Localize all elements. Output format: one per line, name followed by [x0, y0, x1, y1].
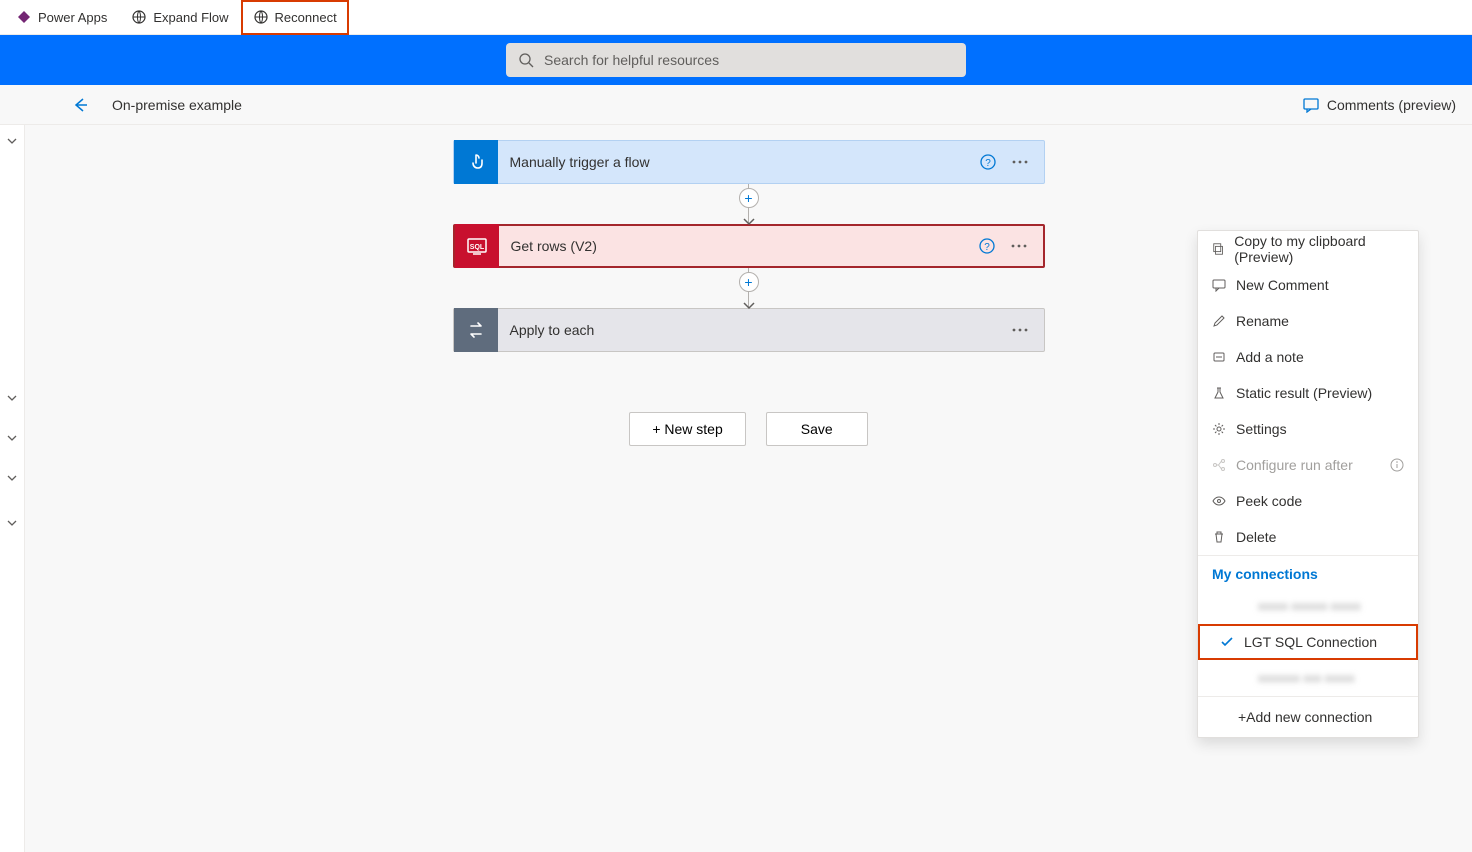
loop-icon — [454, 308, 498, 352]
connections-heading: My connections — [1198, 556, 1418, 588]
app-header — [0, 35, 1472, 85]
tab-reconnect[interactable]: Reconnect — [241, 0, 349, 35]
connector: + — [737, 184, 761, 224]
chevron-down-icon[interactable] — [4, 390, 20, 406]
eye-icon — [1212, 494, 1226, 508]
globe-icon — [253, 9, 269, 25]
left-rail — [0, 125, 25, 852]
globe-icon — [131, 9, 147, 25]
chevron-down-icon[interactable] — [4, 133, 20, 149]
step-menu-button[interactable] — [1003, 230, 1035, 262]
help-button[interactable]: ? — [971, 230, 1003, 262]
pencil-icon — [1212, 314, 1226, 328]
add-step-button[interactable]: + — [739, 272, 759, 292]
flow-canvas: Manually trigger a flow ? + SQL Get rows… — [25, 125, 1472, 852]
step-menu-button[interactable] — [1004, 314, 1036, 346]
tab-label: Reconnect — [275, 10, 337, 25]
help-button[interactable]: ? — [972, 146, 1004, 178]
check-icon — [1220, 635, 1234, 649]
step-title: Get rows (V2) — [499, 238, 971, 254]
svg-text:?: ? — [984, 242, 990, 253]
context-menu: Copy to my clipboard (Preview) New Comme… — [1197, 230, 1419, 738]
menu-copy[interactable]: Copy to my clipboard (Preview) — [1198, 231, 1418, 267]
step-title: Manually trigger a flow — [498, 154, 972, 170]
subheader-left: On-premise example — [8, 89, 242, 121]
menu-peek-code[interactable]: Peek code — [1198, 483, 1418, 519]
sql-icon: SQL — [455, 224, 499, 268]
menu-add-note[interactable]: Add a note — [1198, 339, 1418, 375]
step-get-rows[interactable]: SQL Get rows (V2) ? — [453, 224, 1045, 268]
search-icon — [518, 52, 534, 68]
step-apply-to-each[interactable]: Apply to each — [453, 308, 1045, 352]
chevron-down-icon[interactable] — [4, 470, 20, 486]
tab-power-apps[interactable]: Power Apps — [4, 0, 119, 35]
note-icon — [1212, 350, 1226, 364]
step-trigger[interactable]: Manually trigger a flow ? — [453, 140, 1045, 184]
save-button[interactable]: Save — [766, 412, 868, 446]
step-menu-button[interactable] — [1004, 146, 1036, 178]
search-box[interactable] — [506, 43, 966, 77]
power-apps-icon — [16, 9, 32, 25]
svg-text:SQL: SQL — [469, 244, 484, 251]
menu-configure-run-after: Configure run after — [1198, 447, 1418, 483]
sub-header: On-premise example Comments (preview) — [0, 85, 1472, 125]
touch-icon — [454, 140, 498, 184]
connector: + — [737, 268, 761, 308]
flask-icon — [1212, 386, 1226, 400]
tab-expand-flow[interactable]: Expand Flow — [119, 0, 240, 35]
chevron-down-icon[interactable] — [4, 515, 20, 531]
chevron-down-icon[interactable] — [4, 430, 20, 446]
svg-text:?: ? — [985, 158, 991, 169]
tab-label: Expand Flow — [153, 10, 228, 25]
flow-title: On-premise example — [112, 97, 242, 113]
menu-static-result[interactable]: Static result (Preview) — [1198, 375, 1418, 411]
arrow-down-icon — [743, 218, 755, 226]
main-area: Manually trigger a flow ? + SQL Get rows… — [0, 125, 1472, 852]
footer-actions: + New step Save — [629, 412, 867, 446]
menu-settings[interactable]: Settings — [1198, 411, 1418, 447]
branch-icon — [1212, 458, 1226, 472]
add-step-button[interactable]: + — [739, 188, 759, 208]
step-title: Apply to each — [498, 322, 972, 338]
tab-label: Power Apps — [38, 10, 107, 25]
trash-icon — [1212, 530, 1226, 544]
menu-new-comment[interactable]: New Comment — [1198, 267, 1418, 303]
menu-delete[interactable]: Delete — [1198, 519, 1418, 555]
search-input[interactable] — [544, 52, 954, 68]
connection-item[interactable]: xxxxx xxxxxx xxxxx — [1198, 588, 1418, 624]
comment-icon — [1212, 278, 1226, 292]
comments-label: Comments (preview) — [1327, 97, 1456, 113]
flow-column: Manually trigger a flow ? + SQL Get rows… — [453, 140, 1045, 446]
connection-item[interactable]: xxxxxxx xxx xxxxx — [1198, 660, 1418, 696]
arrow-down-icon — [743, 302, 755, 310]
add-new-connection[interactable]: +Add new connection — [1198, 697, 1418, 737]
menu-rename[interactable]: Rename — [1198, 303, 1418, 339]
connection-item-selected[interactable]: LGT SQL Connection — [1198, 624, 1418, 660]
comment-icon — [1303, 97, 1319, 113]
info-icon — [1390, 458, 1404, 472]
comments-button[interactable]: Comments (preview) — [1303, 97, 1456, 113]
top-tab-bar: Power Apps Expand Flow Reconnect — [0, 0, 1472, 35]
back-button[interactable] — [64, 89, 96, 121]
copy-icon — [1212, 242, 1224, 256]
new-step-button[interactable]: + New step — [629, 412, 745, 446]
gear-icon — [1212, 422, 1226, 436]
